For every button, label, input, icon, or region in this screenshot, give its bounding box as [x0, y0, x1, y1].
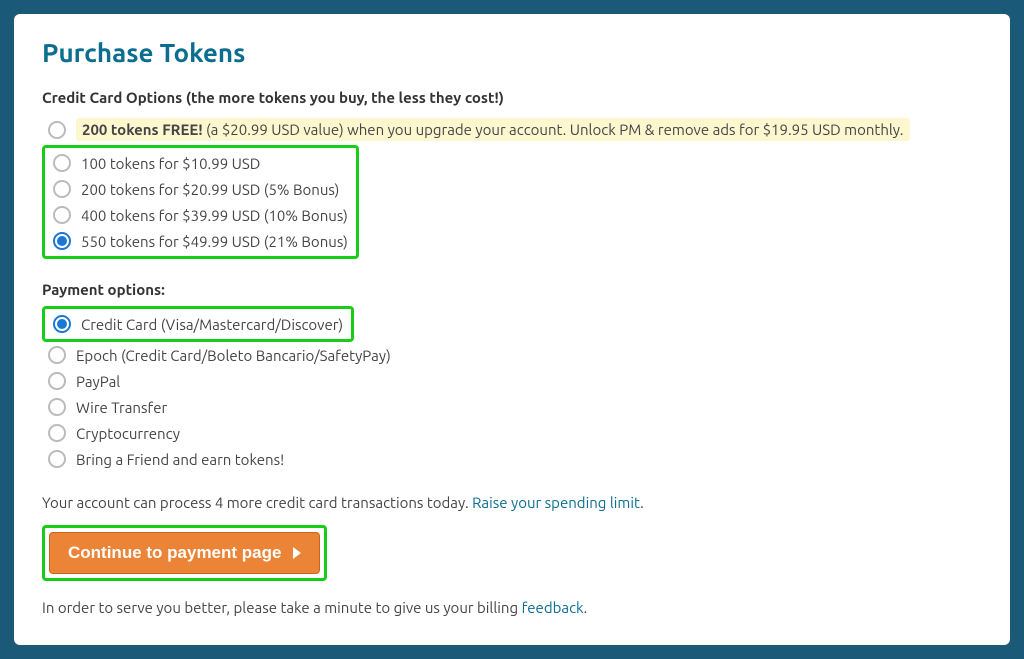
payment-option-label: Epoch (Credit Card/Boleto Bancario/Safet…	[76, 347, 391, 364]
payment-option-label: Credit Card (Visa/Mastercard/Discover)	[81, 316, 343, 333]
token-option-200[interactable]: 200 tokens for $20.99 USD (5% Bonus)	[47, 176, 354, 202]
radio-icon[interactable]	[48, 372, 66, 390]
token-options-highlight: 100 tokens for $10.99 USD 200 tokens for…	[42, 145, 359, 259]
page-title: Purchase Tokens	[42, 38, 982, 67]
radio-icon[interactable]	[48, 398, 66, 416]
payment-option-label: PayPal	[76, 373, 120, 390]
payment-option-label: Wire Transfer	[76, 399, 167, 416]
continue-button-highlight: Continue to payment page	[42, 525, 327, 581]
payment-option-wire[interactable]: Wire Transfer	[42, 394, 982, 420]
transaction-limit-text: Your account can process 4 more credit c…	[42, 494, 982, 511]
feedback-text: In order to serve you better, please tak…	[42, 599, 982, 616]
token-option-550[interactable]: 550 tokens for $49.99 USD (21% Bonus)	[47, 228, 354, 254]
token-option-label: 550 tokens for $49.99 USD (21% Bonus)	[81, 233, 348, 250]
purchase-tokens-card: Purchase Tokens Credit Card Options (the…	[14, 14, 1010, 645]
token-option-free[interactable]: 200 tokens FREE! (a $20.99 USD value) wh…	[42, 114, 982, 145]
token-option-label: 200 tokens for $20.99 USD (5% Bonus)	[81, 181, 339, 198]
payment-options-heading: Payment options:	[42, 281, 982, 298]
raise-limit-link[interactable]: Raise your spending limit	[472, 494, 640, 511]
radio-icon[interactable]	[53, 232, 71, 250]
payment-option-creditcard[interactable]: Credit Card (Visa/Mastercard/Discover)	[47, 311, 349, 337]
payment-option-label: Cryptocurrency	[76, 425, 180, 442]
token-option-400[interactable]: 400 tokens for $39.99 USD (10% Bonus)	[47, 202, 354, 228]
token-option-label: 400 tokens for $39.99 USD (10% Bonus)	[81, 207, 348, 224]
payment-option-paypal[interactable]: PayPal	[42, 368, 982, 394]
radio-icon[interactable]	[48, 424, 66, 442]
radio-icon[interactable]	[48, 346, 66, 364]
radio-icon[interactable]	[48, 121, 66, 139]
payment-option-friend[interactable]: Bring a Friend and earn tokens!	[42, 446, 982, 472]
continue-button-label: Continue to payment page	[68, 543, 281, 563]
payment-option-crypto[interactable]: Cryptocurrency	[42, 420, 982, 446]
radio-icon[interactable]	[53, 180, 71, 198]
chevron-right-icon	[293, 547, 301, 559]
credit-card-options-heading: Credit Card Options (the more tokens you…	[42, 89, 982, 106]
radio-icon[interactable]	[53, 315, 71, 333]
token-option-label: 100 tokens for $10.99 USD	[81, 155, 260, 172]
payment-option-label: Bring a Friend and earn tokens!	[76, 451, 284, 468]
payment-option-highlight: Credit Card (Visa/Mastercard/Discover)	[42, 306, 354, 342]
token-options-group: 200 tokens FREE! (a $20.99 USD value) wh…	[42, 114, 982, 259]
feedback-link[interactable]: feedback	[522, 599, 584, 616]
token-option-free-label: 200 tokens FREE! (a $20.99 USD value) wh…	[76, 118, 910, 141]
continue-button[interactable]: Continue to payment page	[49, 532, 320, 574]
payment-options-group: Credit Card (Visa/Mastercard/Discover) E…	[42, 306, 982, 472]
radio-icon[interactable]	[53, 154, 71, 172]
payment-option-epoch[interactable]: Epoch (Credit Card/Boleto Bancario/Safet…	[42, 342, 982, 368]
radio-icon[interactable]	[48, 450, 66, 468]
radio-icon[interactable]	[53, 206, 71, 224]
token-option-100[interactable]: 100 tokens for $10.99 USD	[47, 150, 354, 176]
